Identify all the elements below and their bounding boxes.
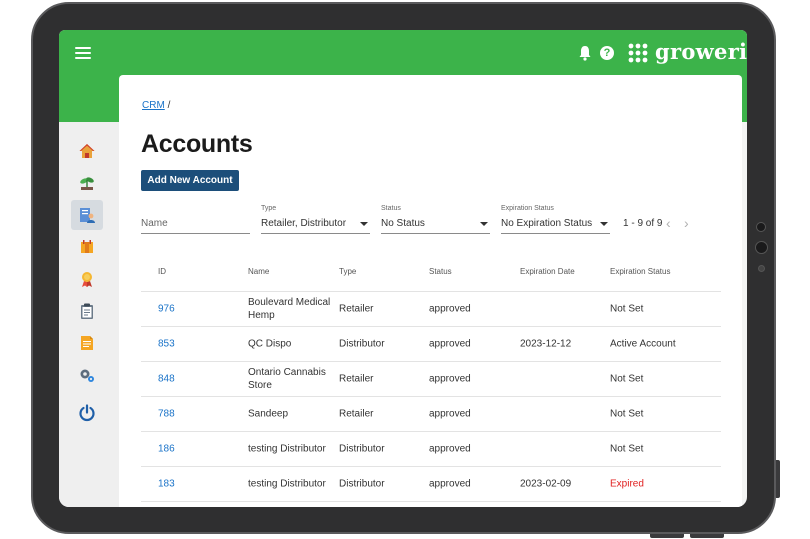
row-expiration-status: Not Set: [610, 443, 644, 455]
row-status: approved: [429, 303, 471, 315]
row-type: Distributor: [339, 443, 385, 455]
row-id-link[interactable]: 976: [158, 303, 175, 316]
tablet-camera: [756, 222, 766, 232]
row-name: QC Dispo: [248, 338, 292, 350]
row-expiration-date: 2023-02-09: [520, 478, 572, 490]
row-id-link[interactable]: 186: [158, 443, 175, 456]
table-row[interactable]: 186 testing Distributor Distributor appr…: [141, 432, 721, 467]
row-id-link[interactable]: 183: [158, 478, 175, 491]
name-filter-placeholder: Name: [141, 218, 168, 229]
accounts-icon[interactable]: [71, 200, 103, 230]
table-row[interactable]: 848 Ontario Cannabis Store Retailer appr…: [141, 362, 721, 397]
table-row[interactable]: 183 testing Distributor Distributor appr…: [141, 467, 721, 502]
expiration-filter-value: No Expiration Status: [501, 218, 593, 229]
table-row[interactable]: 788 Sandeep Retailer approved Not Set: [141, 397, 721, 432]
tablet-sensor: [758, 265, 765, 272]
column-header-name[interactable]: Name: [248, 267, 269, 276]
row-status: approved: [429, 443, 471, 455]
type-filter-select[interactable]: Type Retailer, Distributor: [261, 203, 370, 234]
chevron-left-icon[interactable]: ‹: [666, 215, 671, 231]
main-content: CRM / Accounts Add New Account Name Type…: [119, 75, 742, 507]
power-icon[interactable]: [71, 398, 103, 428]
accounts-table: ID Name Type Status Expiration Date Expi…: [141, 261, 721, 502]
tablet-bottom-button: [650, 534, 684, 538]
row-expiration-status: Not Set: [610, 303, 644, 315]
chevron-down-icon: [360, 222, 368, 226]
row-id-link[interactable]: 853: [158, 338, 175, 351]
row-expiration-date: 2023-12-12: [520, 338, 572, 350]
type-filter-value: Retailer, Distributor: [261, 218, 347, 229]
groweriq-logo-icon: [628, 43, 648, 63]
pagination-range: 1 - 9 of 9: [623, 218, 663, 229]
column-header-id[interactable]: ID: [158, 267, 166, 276]
column-header-type[interactable]: Type: [339, 267, 356, 276]
chevron-down-icon: [480, 222, 488, 226]
settings-icon[interactable]: [71, 360, 103, 390]
expiration-status-filter-select[interactable]: Expiration Status No Expiration Status: [501, 203, 610, 234]
add-new-account-button[interactable]: Add New Account: [141, 170, 239, 191]
document-icon[interactable]: [71, 328, 103, 358]
column-header-expiration-status[interactable]: Expiration Status: [610, 267, 670, 276]
row-expiration-status: Not Set: [610, 408, 644, 420]
row-status: approved: [429, 478, 471, 490]
row-type: Distributor: [339, 478, 385, 490]
page-title: Accounts: [141, 130, 253, 158]
status-filter-select[interactable]: Status No Status: [381, 203, 490, 234]
row-type: Distributor: [339, 338, 385, 350]
row-name: Boulevard Medical Hemp: [248, 297, 331, 321]
status-filter-value: No Status: [381, 218, 425, 229]
column-header-status[interactable]: Status: [429, 267, 452, 276]
table-row[interactable]: 976 Boulevard Medical Hemp Retailer appr…: [141, 292, 721, 327]
breadcrumb-crm-link[interactable]: CRM: [142, 100, 165, 111]
row-id-link[interactable]: 788: [158, 408, 175, 421]
chevron-down-icon: [600, 222, 608, 226]
name-filter-input[interactable]: Name: [141, 203, 250, 234]
row-name: Sandeep: [248, 408, 289, 420]
row-type: Retailer: [339, 373, 374, 385]
plant-icon[interactable]: [71, 168, 103, 198]
breadcrumb-separator: /: [167, 100, 171, 111]
tablet-bottom-button: [690, 534, 724, 538]
row-expiration-status: Expired: [610, 478, 644, 490]
row-type: Retailer: [339, 408, 374, 420]
row-name: Ontario Cannabis Store: [248, 367, 326, 391]
tablet-camera: [755, 241, 768, 254]
row-name: testing Distributor: [248, 478, 326, 490]
row-status: approved: [429, 408, 471, 420]
app-screen: ? groweriq: [59, 30, 747, 507]
row-type: Retailer: [339, 303, 374, 315]
type-filter-label: Type: [261, 205, 277, 212]
chevron-right-icon[interactable]: ›: [684, 215, 689, 231]
breadcrumb: CRM /: [142, 100, 170, 111]
bell-icon[interactable]: [578, 45, 592, 61]
tablet-side-button: [776, 460, 780, 498]
certificate-icon[interactable]: [71, 264, 103, 294]
row-id-link[interactable]: 848: [158, 373, 175, 386]
brand-name: groweriq: [655, 39, 747, 64]
hamburger-menu-icon[interactable]: [75, 47, 91, 59]
row-expiration-status: Not Set: [610, 373, 644, 385]
clipboard-icon[interactable]: [71, 296, 103, 326]
expiration-filter-label: Expiration Status: [501, 205, 554, 212]
status-filter-label: Status: [381, 205, 401, 212]
column-header-expiration-date[interactable]: Expiration Date: [520, 267, 575, 276]
table-row[interactable]: 853 QC Dispo Distributor approved 2023-1…: [141, 327, 721, 362]
help-icon[interactable]: ?: [600, 46, 614, 60]
row-name: testing Distributor: [248, 443, 326, 455]
table-header: ID Name Type Status Expiration Date Expi…: [141, 261, 721, 292]
row-expiration-status: Active Account: [610, 338, 676, 350]
sidebar: [59, 122, 119, 507]
row-status: approved: [429, 338, 471, 350]
row-status: approved: [429, 373, 471, 385]
home-icon[interactable]: [71, 136, 103, 166]
inventory-icon[interactable]: [71, 232, 103, 262]
